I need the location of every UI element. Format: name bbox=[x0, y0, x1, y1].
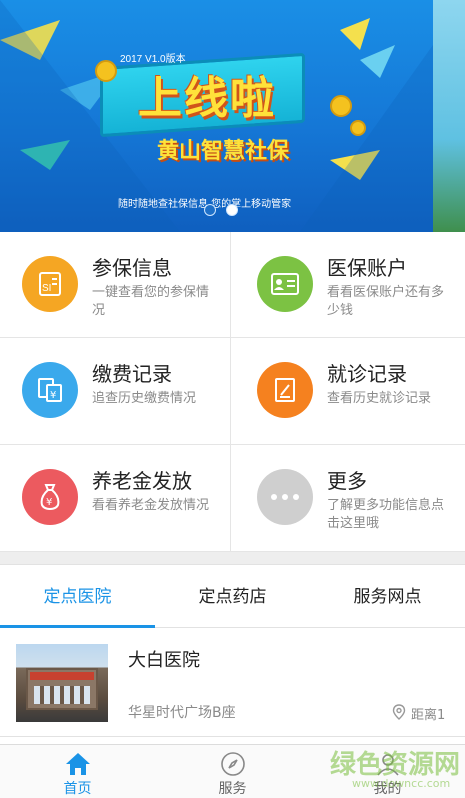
service-payment-records[interactable]: ¥ 缴费记录 追查历史缴费情况 bbox=[0, 338, 231, 445]
carousel-dot-active[interactable] bbox=[226, 204, 238, 216]
service-visit-records[interactable]: 就诊记录 查看历史就诊记录 bbox=[231, 338, 465, 445]
tab-service-outlets[interactable]: 服务网点 bbox=[310, 566, 465, 627]
service-title: 就诊记录 bbox=[327, 362, 407, 386]
service-pension[interactable]: ¥ 养老金发放 看看养老金发放情况 bbox=[0, 445, 231, 552]
id-card-icon bbox=[257, 256, 313, 312]
nav-label: 服务 bbox=[218, 781, 247, 797]
banner-carousel[interactable]: 2017 V1.0版本 上线啦 黄山智慧社保 随时随地查社保信息 您的掌上移动管… bbox=[0, 0, 465, 232]
svg-text:¥: ¥ bbox=[50, 390, 56, 401]
insurance-doc-icon: SI bbox=[22, 256, 78, 312]
next-slide-peek bbox=[433, 0, 465, 232]
carousel-dot[interactable] bbox=[204, 204, 216, 216]
service-grid: SI 参保信息 一键查看您的参保情况 医保账户 看看医保账户还有多少钱 ¥ 缴费… bbox=[0, 232, 465, 552]
service-title: 缴费记录 bbox=[92, 362, 172, 386]
list-item[interactable]: 大白医院 华星时代广场B座 距离1 bbox=[0, 629, 465, 737]
svg-text:¥: ¥ bbox=[46, 497, 52, 508]
money-bag-icon: ¥ bbox=[22, 469, 78, 525]
home-icon bbox=[65, 753, 90, 775]
tab-designated-hospitals[interactable]: 定点医院 bbox=[0, 566, 155, 628]
service-insurance-info[interactable]: SI 参保信息 一键查看您的参保情况 bbox=[0, 232, 231, 338]
banner-subtitle: 黄山智慧社保 bbox=[156, 139, 289, 164]
service-desc: 一键查看您的参保情况 bbox=[92, 285, 210, 318]
hospital-distance: 距离1 bbox=[411, 708, 446, 723]
payment-doc-icon: ¥ bbox=[22, 362, 78, 418]
service-desc: 追查历史缴费情况 bbox=[92, 391, 197, 406]
tab-designated-pharmacies[interactable]: 定点药店 bbox=[155, 566, 310, 627]
section-divider bbox=[0, 552, 465, 565]
service-desc: 了解更多功能信息点击这里哦 bbox=[327, 498, 445, 531]
compass-icon bbox=[220, 752, 245, 776]
service-title: 参保信息 bbox=[92, 256, 172, 280]
coin-icon bbox=[330, 95, 352, 117]
note-pencil-icon bbox=[257, 362, 313, 418]
banner-headline: 上线啦 bbox=[138, 73, 276, 124]
hospital-photo bbox=[16, 644, 108, 722]
coin-icon bbox=[350, 120, 366, 136]
facility-tabs: 定点医院 定点药店 服务网点 bbox=[0, 566, 465, 628]
service-desc: 看看养老金发放情况 bbox=[92, 498, 210, 513]
svg-text:SI: SI bbox=[42, 283, 51, 294]
nav-label: 首页 bbox=[63, 781, 92, 797]
service-title: 更多 bbox=[327, 469, 367, 493]
service-medical-account[interactable]: 医保账户 看看医保账户还有多少钱 bbox=[231, 232, 465, 338]
carousel-indicator[interactable] bbox=[204, 204, 238, 216]
service-desc: 看看医保账户还有多少钱 bbox=[327, 285, 445, 318]
service-desc: 查看历史就诊记录 bbox=[327, 391, 432, 406]
watermark-url: www.downcc.com bbox=[352, 777, 451, 790]
location-pin-icon bbox=[392, 704, 406, 720]
service-title: 养老金发放 bbox=[92, 469, 192, 493]
nav-service[interactable]: 服务 bbox=[155, 745, 310, 798]
nav-home[interactable]: 首页 bbox=[0, 745, 155, 798]
service-title: 医保账户 bbox=[327, 256, 407, 280]
service-more[interactable]: 更多 了解更多功能信息点击这里哦 bbox=[231, 445, 465, 552]
hospital-address: 华星时代广场B座 bbox=[128, 705, 236, 721]
hospital-name: 大白医院 bbox=[128, 650, 200, 671]
watermark-logo: 绿色资源网 bbox=[330, 750, 461, 780]
more-dots-icon bbox=[257, 469, 313, 525]
